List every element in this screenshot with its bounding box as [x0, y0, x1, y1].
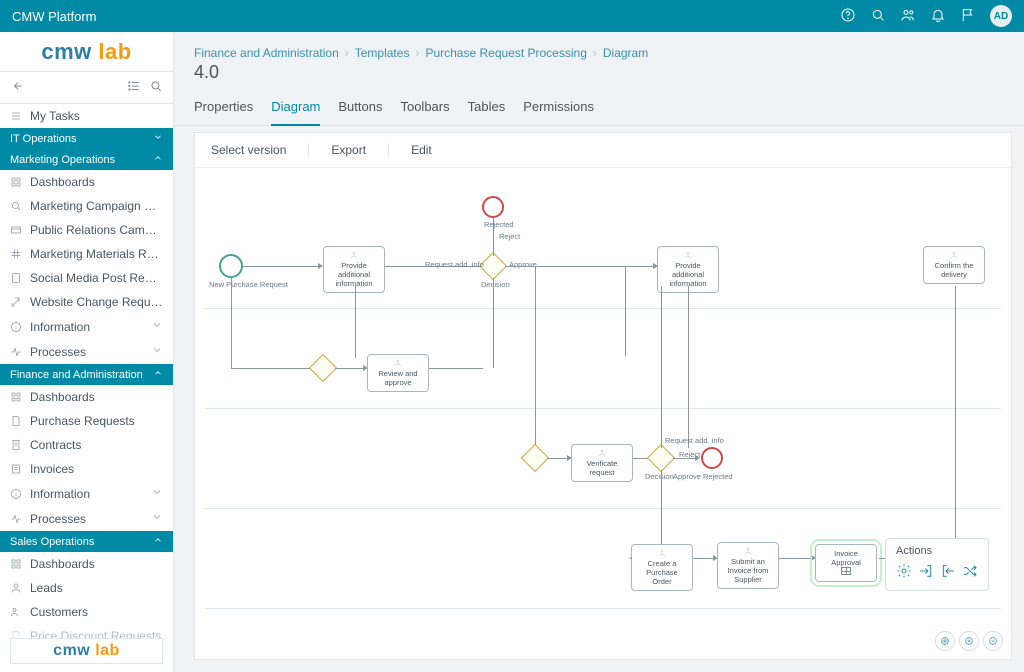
flag-icon[interactable]	[960, 7, 976, 26]
sidebar-item-proc[interactable]: Processes	[0, 339, 173, 364]
task-submit-inv[interactable]: Submit an Invoice from Supplier	[717, 542, 779, 589]
sidebar-footer-brand: cmw lab	[10, 638, 163, 664]
lbl-reqinfo2: Request add. info	[665, 436, 724, 445]
actions-title: Actions	[896, 545, 978, 557]
sidebar-item-invoices[interactable]: Invoices	[0, 457, 173, 481]
sidebar-group-itops[interactable]: IT Operations	[0, 128, 173, 149]
task-confirm[interactable]: Confirm the delivery	[923, 246, 985, 284]
enter-icon[interactable]	[918, 563, 934, 582]
tab-permissions[interactable]: Permissions	[523, 91, 594, 125]
gw-decision2-label: Decision	[645, 472, 674, 481]
zoom-in-button[interactable]	[959, 631, 979, 651]
task-create-po[interactable]: Create a Purchase Order	[631, 544, 693, 591]
sidebar-group-sales[interactable]: Sales Operations	[0, 531, 173, 552]
diagram-panel: Select version Export Edit New Purchase …	[194, 132, 1012, 660]
zoom-controls	[935, 631, 1003, 651]
start-label: New Purchase Request	[209, 280, 288, 289]
bc-purchase[interactable]: Purchase Request Processing	[425, 46, 586, 60]
sidebar-item-contracts[interactable]: Contracts	[0, 433, 173, 457]
sidebar-group-fin[interactable]: Finance and Administration	[0, 364, 173, 385]
exit-icon[interactable]	[940, 563, 956, 582]
sidebar-item-fin-info[interactable]: Information	[0, 481, 173, 506]
end-label-mid: Rejected	[703, 472, 733, 481]
breadcrumb: Finance and Administration› Templates› P…	[194, 46, 1004, 60]
brand-logo: cmw lab	[0, 32, 173, 72]
tab-diagram[interactable]: Diagram	[271, 91, 320, 126]
actions-popover: Actions	[885, 538, 989, 591]
task-review[interactable]: Review and approve	[367, 354, 429, 392]
gateway-merge1[interactable]	[309, 354, 337, 382]
sidebar-item-info[interactable]: Information	[0, 314, 173, 339]
task-verify[interactable]: Verificate request	[571, 444, 633, 482]
task-provide1[interactable]: Provide additional information	[323, 246, 385, 293]
tab-properties[interactable]: Properties	[194, 91, 253, 125]
people-icon[interactable]	[900, 7, 916, 26]
sidebar-item-mytasks[interactable]: My Tasks	[0, 104, 173, 128]
gateway-merge2[interactable]	[521, 444, 549, 472]
list-icon[interactable]	[127, 79, 141, 96]
bc-finance[interactable]: Finance and Administration	[194, 46, 339, 60]
sidebar-item-social[interactable]: Social Media Post Requests	[0, 266, 173, 290]
nav-tree: My Tasks IT Operations Marketing Operati…	[0, 104, 173, 672]
app-title: CMW Platform	[12, 9, 97, 24]
bell-icon[interactable]	[930, 7, 946, 26]
back-icon[interactable]	[10, 79, 24, 96]
lbl-reject-top: Reject	[499, 232, 520, 241]
tb-edit[interactable]: Edit	[411, 143, 454, 157]
app-header: CMW Platform AD	[0, 0, 1024, 32]
sidebar: cmw lab My Tasks IT Operations Marketing…	[0, 32, 174, 672]
diagram-canvas[interactable]: New Purchase Request Provide additional …	[195, 168, 1011, 659]
tab-tables[interactable]: Tables	[468, 91, 506, 125]
tb-export[interactable]: Export	[331, 143, 389, 157]
lbl-reqinfo1: Request add. info	[425, 260, 484, 269]
zoom-fit-button[interactable]	[935, 631, 955, 651]
end-event-rejected-mid[interactable]	[701, 447, 723, 469]
lbl-reject2: Reject	[679, 450, 700, 459]
sidebar-item-sales-dashboards[interactable]: Dashboards	[0, 552, 173, 576]
task-invoice-approval[interactable]: Invoice Approval	[815, 544, 877, 582]
bc-templates[interactable]: Templates	[355, 46, 410, 60]
sidebar-item-fin-proc[interactable]: Processes	[0, 506, 173, 531]
tb-select-version[interactable]: Select version	[211, 143, 309, 157]
sidebar-item-web[interactable]: Website Change Requests	[0, 290, 173, 314]
search-icon[interactable]	[149, 79, 163, 96]
header-icon-group: AD	[840, 5, 1012, 27]
sidebar-item-leads[interactable]: Leads	[0, 576, 173, 600]
help-icon[interactable]	[840, 7, 856, 26]
shuffle-icon[interactable]	[962, 563, 978, 582]
sidebar-item-materials[interactable]: Marketing Materials Requ...	[0, 242, 173, 266]
start-event[interactable]	[219, 254, 243, 278]
main-area: Finance and Administration› Templates› P…	[174, 32, 1024, 672]
sidebar-item-dashboards[interactable]: Dashboards	[0, 170, 173, 194]
sidebar-toolbar	[0, 72, 173, 104]
sidebar-group-mktops[interactable]: Marketing Operations	[0, 149, 173, 170]
page-title: 4.0	[194, 62, 1004, 83]
lbl-approve2: Approve	[673, 472, 701, 481]
sidebar-item-campaign[interactable]: Marketing Campaign Req...	[0, 194, 173, 218]
gw-decision-label: Decision	[481, 280, 510, 289]
gateway-decision2[interactable]	[647, 444, 675, 472]
tabs: Properties Diagram Buttons Toolbars Tabl…	[174, 91, 1024, 126]
tab-toolbars[interactable]: Toolbars	[400, 91, 449, 125]
end-event-rejected-top[interactable]	[482, 196, 504, 218]
sidebar-item-customers[interactable]: Customers	[0, 600, 173, 624]
breadcrumb-bar: Finance and Administration› Templates› P…	[174, 32, 1024, 91]
tab-buttons[interactable]: Buttons	[338, 91, 382, 125]
avatar[interactable]: AD	[990, 5, 1012, 27]
panel-toolbar: Select version Export Edit	[195, 133, 1011, 168]
lbl-approve1: Approve	[509, 260, 537, 269]
zoom-out-button[interactable]	[983, 631, 1003, 651]
search-icon[interactable]	[870, 7, 886, 26]
end-label-top: Rejected	[484, 220, 514, 229]
gear-icon[interactable]	[896, 563, 912, 582]
bc-diagram[interactable]: Diagram	[603, 46, 648, 60]
sidebar-item-fin-dashboards[interactable]: Dashboards	[0, 385, 173, 409]
sidebar-item-pr[interactable]: Public Relations Campaig...	[0, 218, 173, 242]
sidebar-item-purchase[interactable]: Purchase Requests	[0, 409, 173, 433]
